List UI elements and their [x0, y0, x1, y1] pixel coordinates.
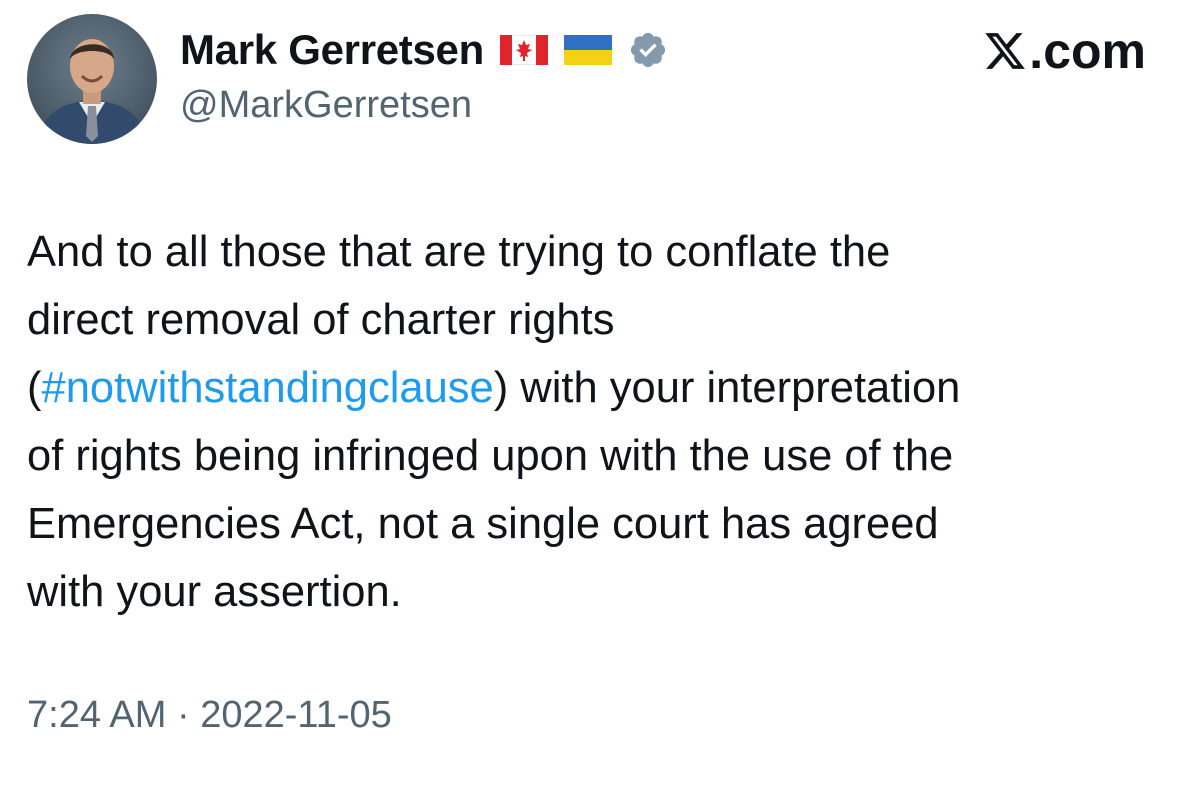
- author-display-name[interactable]: Mark Gerretsen: [180, 26, 484, 74]
- avatar[interactable]: [27, 14, 157, 144]
- verified-badge-icon: [628, 30, 668, 70]
- x-logo-icon: [985, 33, 1026, 69]
- hashtag-link[interactable]: #notwithstandingclause: [42, 364, 494, 412]
- x-brand-logo: .com: [983, 22, 1146, 80]
- tweet-line-rest: ) with your interpretation: [493, 364, 961, 412]
- tweet-line: direct removal of charter rights: [27, 296, 615, 344]
- tweet-line: And to all those that are trying to conf…: [27, 228, 891, 276]
- canada-flag-icon: [499, 35, 548, 65]
- tweet-timestamp[interactable]: 7:24 AM · 2022-11-05: [27, 694, 392, 737]
- tweet-line: (#notwithstandingclause) with your inter…: [27, 354, 1177, 422]
- open-paren: (: [27, 364, 42, 412]
- author-name-row: Mark Gerretsen: [180, 24, 668, 76]
- ukraine-flag-icon: [563, 35, 612, 65]
- brand-suffix: .com: [1029, 23, 1146, 79]
- tweet-line: Emergencies Act, not a single court has …: [27, 500, 939, 548]
- author-handle[interactable]: @MarkGerretsen: [180, 84, 472, 127]
- tweet-line: with your assertion.: [27, 568, 402, 616]
- tweet-text: And to all those that are trying to conf…: [27, 218, 1177, 626]
- tweet-line: of rights being infringed upon with the …: [27, 432, 954, 480]
- avatar-photo: [27, 14, 157, 144]
